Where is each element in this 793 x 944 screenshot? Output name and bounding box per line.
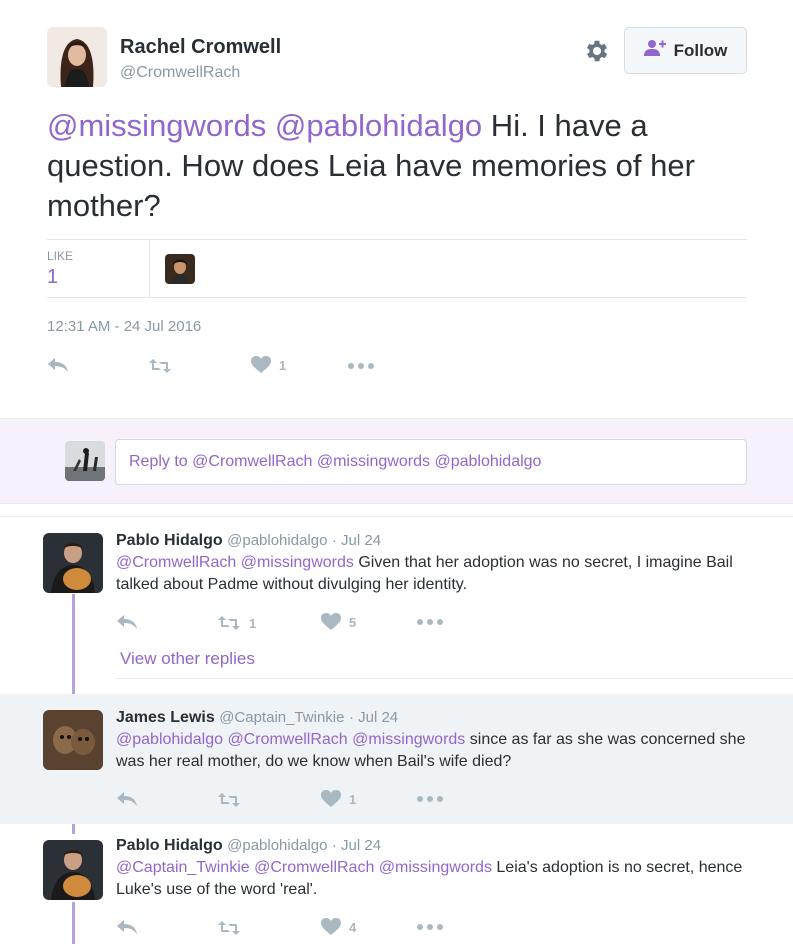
reply-author-avatar[interactable] (43, 840, 103, 900)
reply-header: Pablo Hidalgo @pablohidalgo · Jul 24 (116, 837, 381, 855)
author-handle[interactable]: @CromwellRach (120, 64, 240, 82)
tweet-text: @missingwords @pablohidalgo Hi. I have a… (47, 106, 757, 226)
reply-author-handle[interactable]: @Captain_Twinkie (219, 709, 344, 726)
reply-reply-action[interactable] (116, 918, 138, 936)
reply-date[interactable]: · Jul 24 (349, 709, 398, 726)
reply-date[interactable]: · Jul 24 (332, 532, 381, 549)
liker-avatar[interactable] (165, 254, 195, 284)
tweet-stats: LIKE 1 (47, 239, 747, 298)
like-count: 1 (349, 791, 357, 807)
retweet-count: 1 (249, 615, 257, 631)
heart-icon (321, 790, 341, 808)
heart-icon (321, 918, 341, 936)
mention-link[interactable]: @pablohidalgo (275, 108, 482, 143)
follow-label: Follow (673, 40, 728, 60)
like-count: 1 (279, 357, 287, 373)
reply-retweet-action[interactable]: 1 (217, 614, 256, 632)
reply-action[interactable] (47, 356, 69, 374)
reply-text: @Captain_Twinkie @CromwellRach @missingw… (116, 857, 756, 901)
retweet-action[interactable] (148, 357, 172, 375)
reply-more-action[interactable] (417, 924, 443, 930)
retweet-icon (217, 791, 241, 809)
reply-mentions[interactable]: @CromwellRach @missingwords (116, 554, 354, 571)
author-avatar[interactable] (47, 27, 107, 87)
reply-text: @pablohidalgo @CromwellRach @missingword… (116, 729, 756, 773)
more-icon (417, 796, 443, 802)
like-count: 4 (349, 919, 357, 935)
reply-author-name[interactable]: Pablo Hidalgo (116, 837, 223, 854)
reply-tweet[interactable]: James Lewis @Captain_Twinkie · Jul 24 @p… (0, 694, 793, 824)
heart-icon (251, 356, 271, 374)
reply-mentions[interactable]: @pablohidalgo @CromwellRach @missingword… (116, 731, 465, 748)
reply-input[interactable]: Reply to @CromwellRach @missingwords @pa… (115, 439, 747, 485)
view-other-replies-link[interactable]: View other replies (120, 649, 255, 669)
stats-divider (149, 240, 150, 298)
reply-composer: Reply to @CromwellRach @missingwords @pa… (0, 418, 793, 504)
reply-header: James Lewis @Captain_Twinkie · Jul 24 (116, 709, 398, 727)
tweet-timestamp[interactable]: 12:31 AM - 24 Jul 2016 (47, 318, 201, 335)
retweet-icon (148, 357, 172, 375)
reply-like-action[interactable]: 5 (321, 613, 356, 631)
reply-tweet[interactable]: Pablo Hidalgo @pablohidalgo · Jul 24 @Ca… (0, 824, 793, 944)
reply-author-avatar[interactable] (43, 710, 103, 770)
reply-retweet-action[interactable] (217, 919, 249, 937)
gear-icon[interactable] (583, 37, 611, 65)
reply-date[interactable]: · Jul 24 (332, 837, 381, 854)
retweet-icon (217, 614, 241, 632)
reply-author-avatar[interactable] (43, 533, 103, 593)
more-action[interactable] (348, 363, 374, 369)
divider (116, 678, 793, 679)
reply-icon (116, 918, 138, 936)
reply-reply-action[interactable] (116, 613, 138, 631)
more-icon (417, 924, 443, 930)
reply-retweet-action[interactable] (217, 791, 249, 809)
author-name[interactable]: Rachel Cromwell (120, 36, 281, 59)
add-user-icon (643, 39, 666, 62)
reply-text: @CromwellRach @missingwords Given that h… (116, 552, 756, 596)
reply-icon (116, 790, 138, 808)
reply-author-name[interactable]: James Lewis (116, 709, 215, 726)
reply-like-action[interactable]: 4 (321, 918, 356, 936)
reply-author-handle[interactable]: @pablohidalgo (227, 532, 327, 549)
reply-mentions[interactable]: @Captain_Twinkie @CromwellRach @missingw… (116, 859, 492, 876)
follow-button[interactable]: Follow (624, 27, 747, 74)
heart-icon (321, 613, 341, 631)
like-stat-count[interactable]: 1 (47, 266, 58, 289)
reply-tweet[interactable]: Pablo Hidalgo @pablohidalgo · Jul 24 @Cr… (0, 516, 793, 694)
reply-reply-action[interactable] (116, 790, 138, 808)
retweet-icon (217, 919, 241, 937)
reply-more-action[interactable] (417, 796, 443, 802)
reply-icon (47, 356, 69, 374)
reply-author-name[interactable]: Pablo Hidalgo (116, 532, 223, 549)
like-action[interactable]: 1 (251, 356, 286, 374)
mention-link[interactable]: @missingwords (47, 108, 266, 143)
reply-icon (116, 613, 138, 631)
more-icon (417, 619, 443, 625)
reply-author-handle[interactable]: @pablohidalgo (227, 837, 327, 854)
like-count: 5 (349, 614, 357, 630)
reply-like-action[interactable]: 1 (321, 790, 356, 808)
current-user-avatar (65, 441, 105, 481)
reply-header: Pablo Hidalgo @pablohidalgo · Jul 24 (116, 532, 381, 550)
like-stat-label: LIKE (47, 249, 74, 263)
more-icon (348, 363, 374, 369)
reply-more-action[interactable] (417, 619, 443, 625)
